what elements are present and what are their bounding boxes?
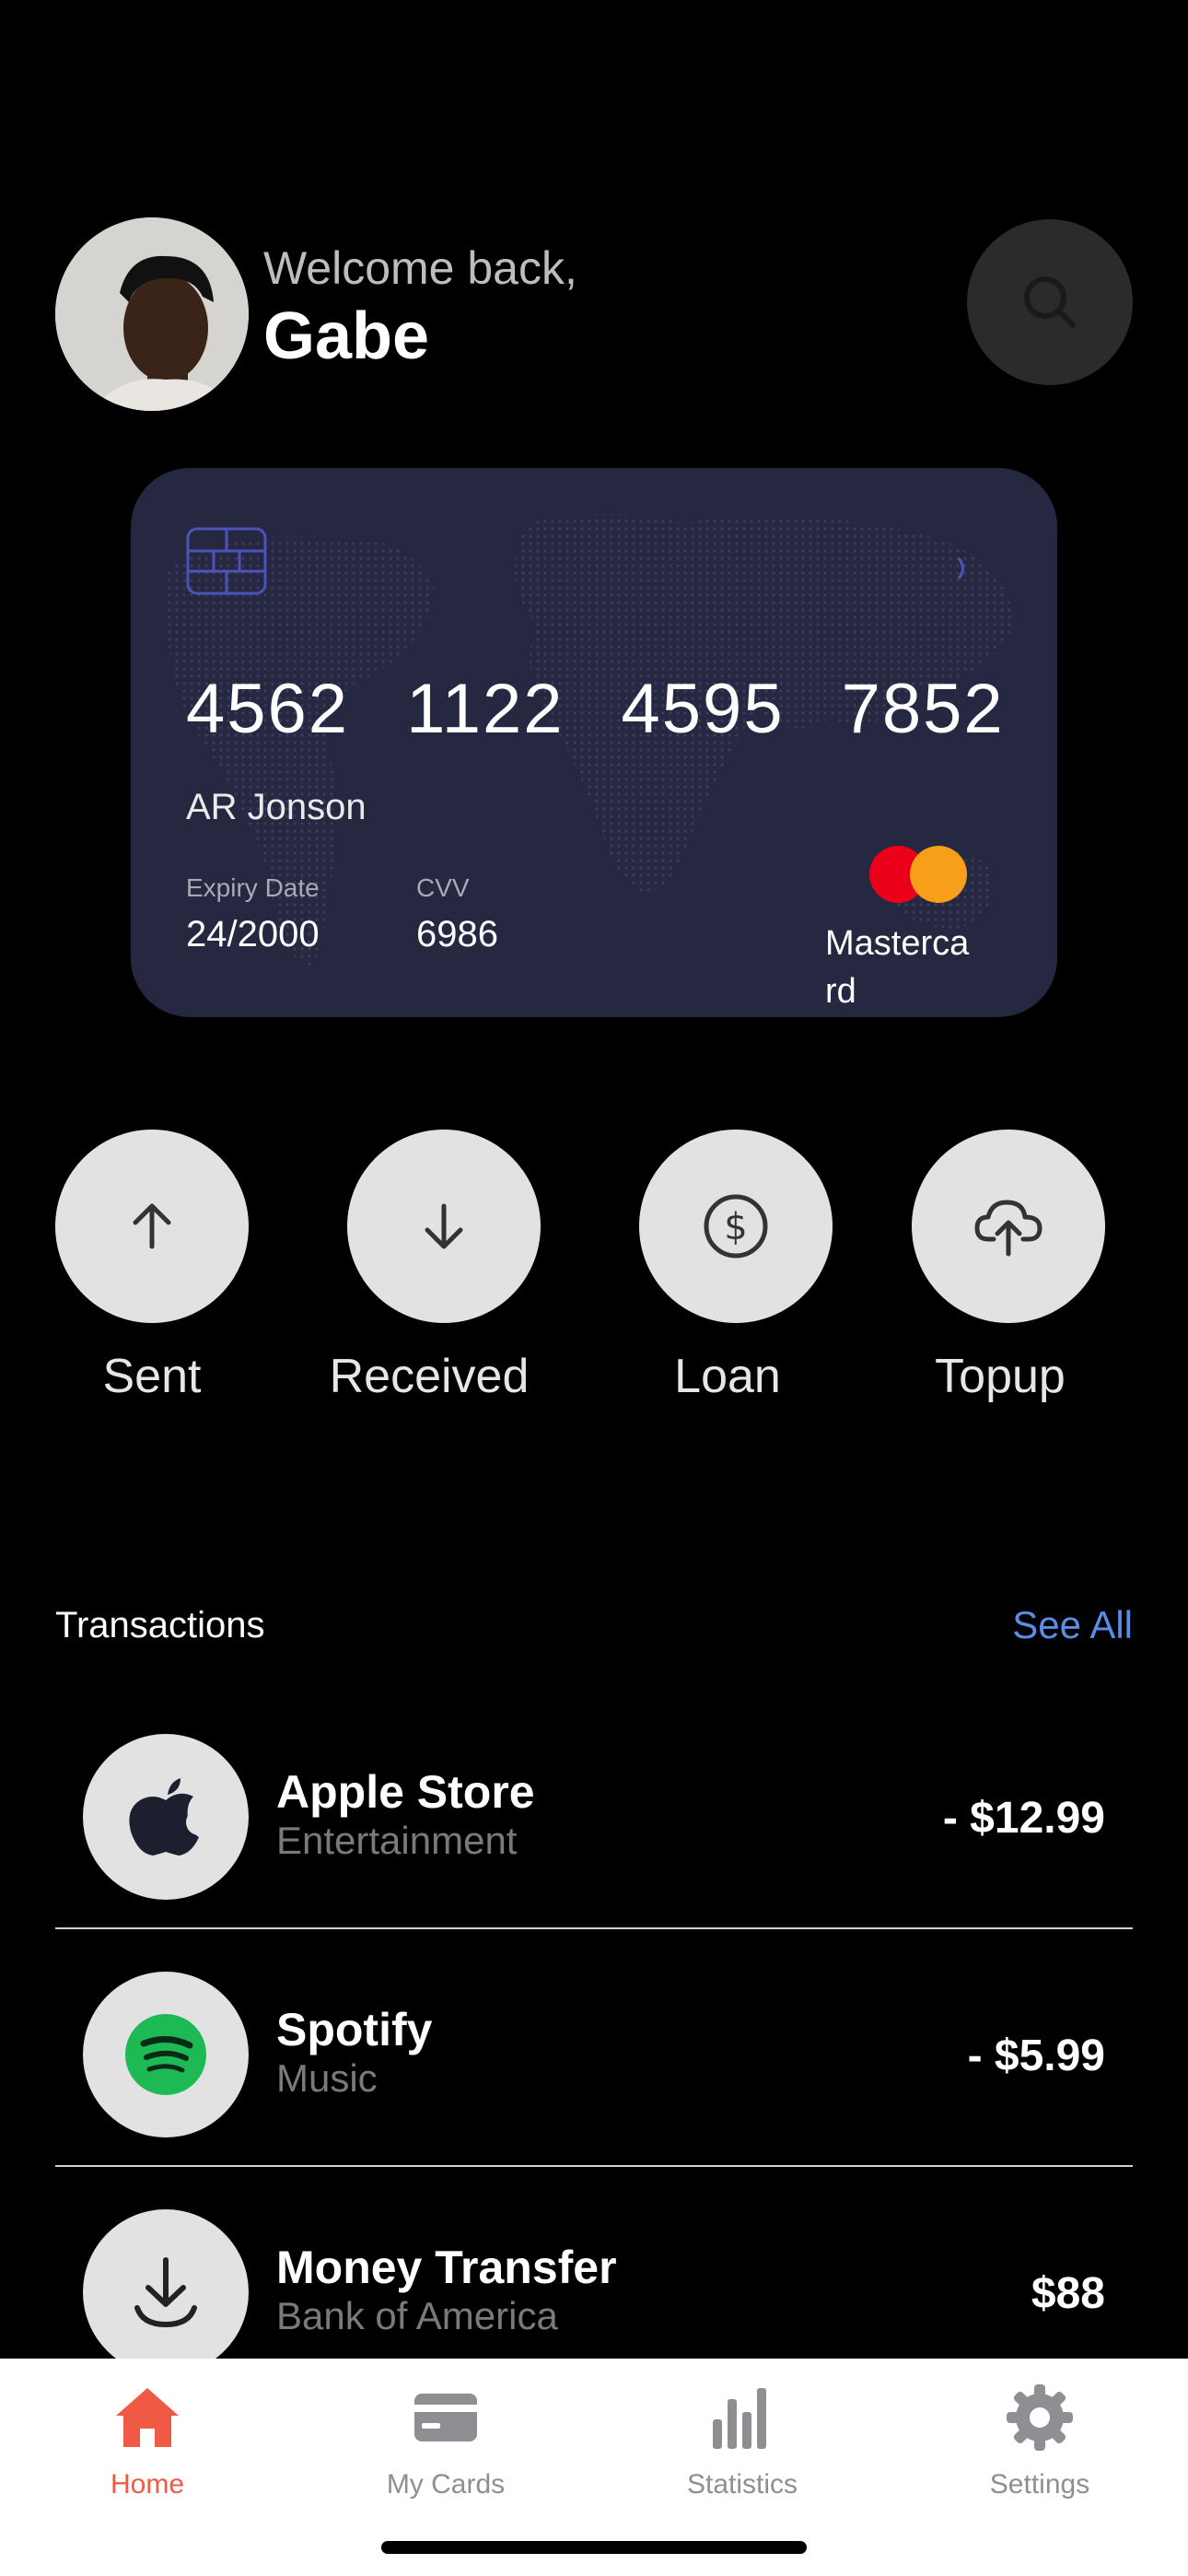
apple-icon (129, 1778, 210, 1856)
download-icon (134, 2257, 197, 2328)
cloud-upload-icon (974, 1200, 1042, 1257)
card-icon (414, 2394, 477, 2441)
topup-button[interactable] (912, 1130, 1105, 1323)
transaction-category: Entertainment (276, 1819, 518, 1862)
arrow-up-icon (133, 1203, 171, 1249)
transaction-name: Spotify (276, 2004, 433, 2055)
card-number: 4562 1122 4595 7852 (186, 669, 1005, 749)
search-icon (1024, 276, 1076, 328)
tab-label: My Cards (386, 2469, 506, 2500)
transaction-category: Music (276, 2056, 378, 2100)
expiry-label: Expiry Date (186, 873, 320, 902)
transaction-category: Bank of America (276, 2294, 558, 2337)
transaction-name: Apple Store (276, 1766, 535, 1818)
transaction-icon (83, 1734, 249, 1900)
sent-label: Sent (102, 1350, 202, 1403)
loan-button[interactable]: $ (639, 1130, 833, 1323)
topup-label: Topup (935, 1350, 1066, 1403)
tab-settings[interactable]: Settings (929, 2383, 1150, 2500)
tab-statistics[interactable]: Statistics (632, 2383, 853, 2500)
arrow-down-icon (425, 1203, 463, 1249)
tab-label: Home (110, 2469, 185, 2500)
transaction-name: Money Transfer (276, 2242, 617, 2293)
card-brand-label: Mastercard (825, 924, 970, 1011)
card-holder-name: AR Jonson (186, 787, 367, 827)
received-button[interactable] (347, 1130, 541, 1323)
transaction-amount: $88 (1031, 2269, 1105, 2318)
tab-home[interactable]: Home (37, 2383, 258, 2500)
dollar-circle-icon: $ (704, 1194, 768, 1259)
transaction-row[interactable]: Spotify Music - $5.99 (55, 1929, 1133, 2167)
card-number-group: 4595 (621, 670, 785, 748)
transaction-row[interactable]: Apple Store Entertainment - $12.99 (55, 1692, 1133, 1929)
transaction-icon (83, 2209, 249, 2375)
spotify-icon (125, 2014, 206, 2095)
contactless-icon (957, 557, 964, 580)
received-label: Received (329, 1350, 530, 1403)
mastercard-logo-icon (869, 846, 967, 903)
svg-text:$: $ (724, 1206, 747, 1248)
search-button[interactable] (967, 219, 1133, 385)
tab-label: Settings (989, 2469, 1090, 2500)
chip-icon (186, 527, 267, 595)
transaction-amount: - $12.99 (942, 1794, 1105, 1843)
sent-button[interactable] (55, 1130, 249, 1323)
cvv-label: CVV (416, 873, 470, 902)
see-all-link[interactable]: See All (1012, 1603, 1133, 1647)
bar-chart-icon (713, 2388, 766, 2449)
transaction-icon (83, 1972, 249, 2137)
transactions-title: Transactions (55, 1605, 265, 1645)
gear-icon (1007, 2384, 1073, 2451)
card-number-group: 1122 (406, 670, 565, 748)
cvv-value: 6986 (416, 914, 498, 954)
home-indicator[interactable] (381, 2541, 807, 2554)
loan-label: Loan (674, 1350, 781, 1403)
home-icon (116, 2388, 179, 2447)
tab-my-cards[interactable]: My Cards (335, 2383, 556, 2500)
card-number-group: 7852 (841, 670, 1005, 748)
tab-label: Statistics (686, 2469, 798, 2500)
avatar[interactable] (55, 217, 249, 411)
transaction-amount: - $5.99 (967, 2032, 1105, 2080)
credit-card[interactable]: 4562 1122 4595 7852 AR Jonson Expiry Dat… (131, 468, 1057, 1017)
welcome-text: Welcome back, (263, 242, 577, 294)
user-name: Gabe (263, 299, 430, 373)
expiry-value: 24/2000 (186, 914, 320, 954)
card-number-group: 4562 (186, 670, 350, 748)
